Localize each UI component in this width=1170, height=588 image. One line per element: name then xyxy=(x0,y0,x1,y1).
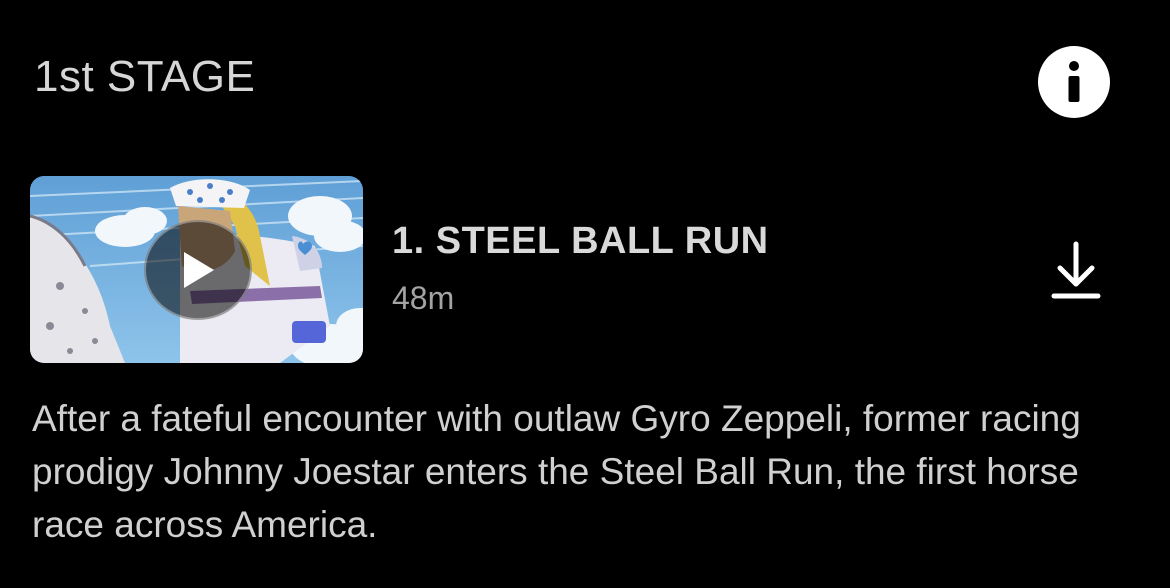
season-title: 1st STAGE xyxy=(34,52,256,101)
info-icon xyxy=(1068,61,1080,102)
episode-thumbnail[interactable] xyxy=(30,176,363,363)
play-button[interactable] xyxy=(144,220,252,320)
episode-title[interactable]: 1. STEEL BALL RUN xyxy=(392,220,769,263)
play-icon xyxy=(184,252,214,288)
episode-duration: 48m xyxy=(392,280,455,316)
download-icon xyxy=(1051,241,1101,299)
episode-synopsis: After a fateful encounter with outlaw Gy… xyxy=(32,398,1081,545)
download-button[interactable] xyxy=(1048,238,1104,302)
info-button[interactable] xyxy=(1038,46,1110,118)
episode-row[interactable]: 1. STEEL BALL RUN 48m xyxy=(30,176,1140,364)
